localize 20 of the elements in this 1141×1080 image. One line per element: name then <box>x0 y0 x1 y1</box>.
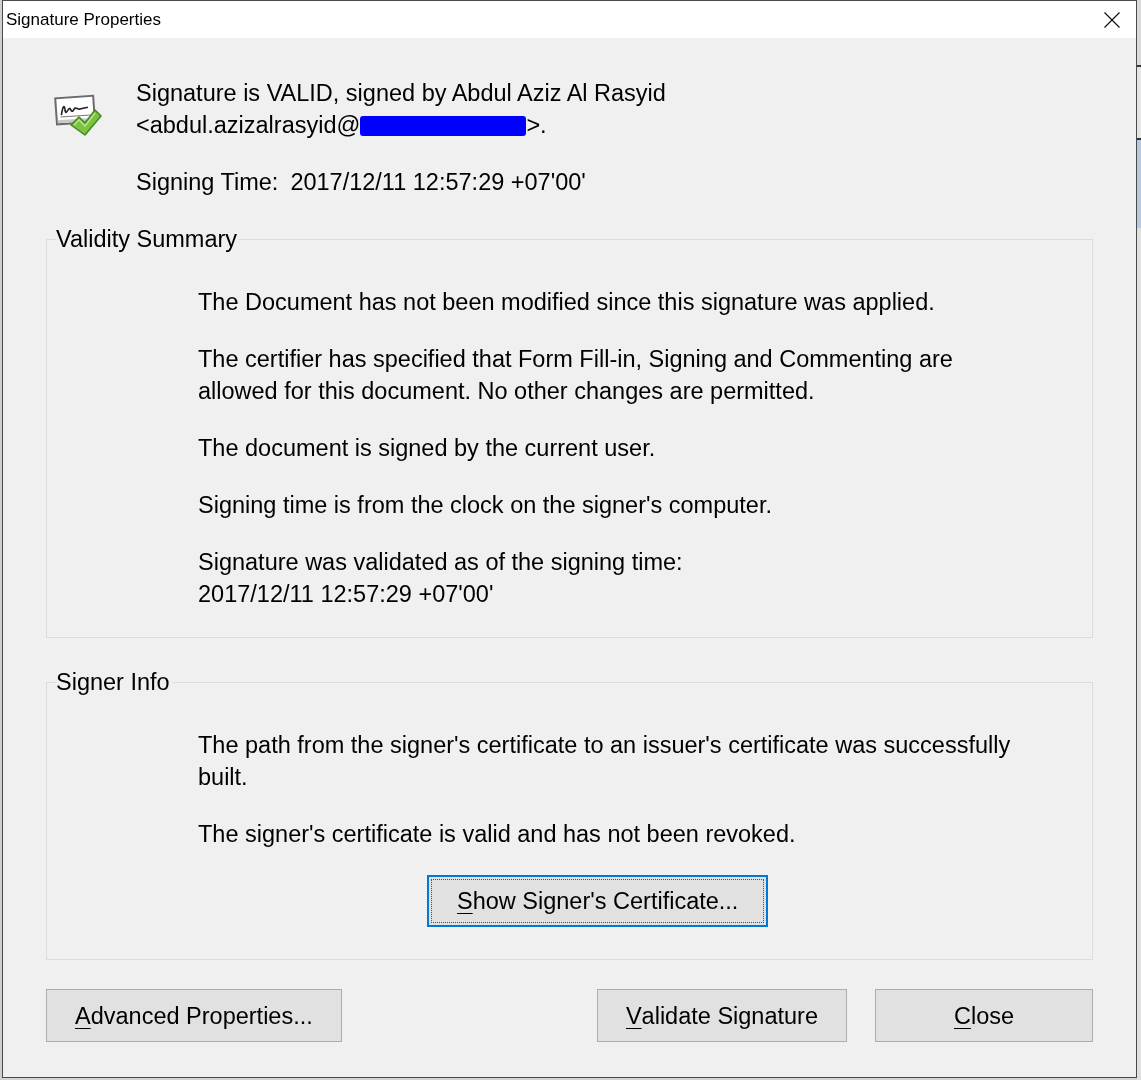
signing-time-label: Signing Time: <box>136 168 279 197</box>
summary-text: Signing time is from the clock on the signer's computer. <box>198 491 773 520</box>
dialog-button[interactable]: Close <box>875 989 1093 1042</box>
summary-text: The certifier has specified that Form Fill-in, Signing and Commenting are allowed for this document. No other changes are permitted. <box>198 345 954 406</box>
summary-text: Signature was validated as of the signing time: 2017/12/11 12:57:29 +07'00' <box>198 548 684 609</box>
email-end-text: >. <box>526 111 547 140</box>
dialog-button[interactable]: Advanced Properties... <box>46 989 342 1042</box>
signing-time-value: 2017/12/11 12:57:29 +07'00' <box>290 168 586 197</box>
signer-info-text: The signer's certificate is valid and has not been revoked. <box>198 820 797 849</box>
signer-email-text: <abdul.azizalrasyid@ <box>136 111 361 140</box>
window-title: Signature Properties <box>6 8 161 31</box>
group-title: Signer Info <box>56 668 171 697</box>
signer-info-text: The path from the signer's certificate to an issuer's certificate was successfully built. <box>198 731 1012 792</box>
signature-status-text: Signature is VALID, signed by Abdul Aziz Al Rasyid <box>136 79 666 108</box>
dialog-button[interactable]: Validate Signature <box>596 989 847 1042</box>
summary-text: The Document has not been modified since this signature was applied. <box>198 288 936 317</box>
group-title: Validity Summary <box>56 225 239 254</box>
close-icon[interactable] <box>1104 11 1120 28</box>
show-certificate-button[interactable]: Show Signer's Certificate... <box>427 875 769 927</box>
summary-text: The document is signed by the current user. <box>198 434 657 463</box>
